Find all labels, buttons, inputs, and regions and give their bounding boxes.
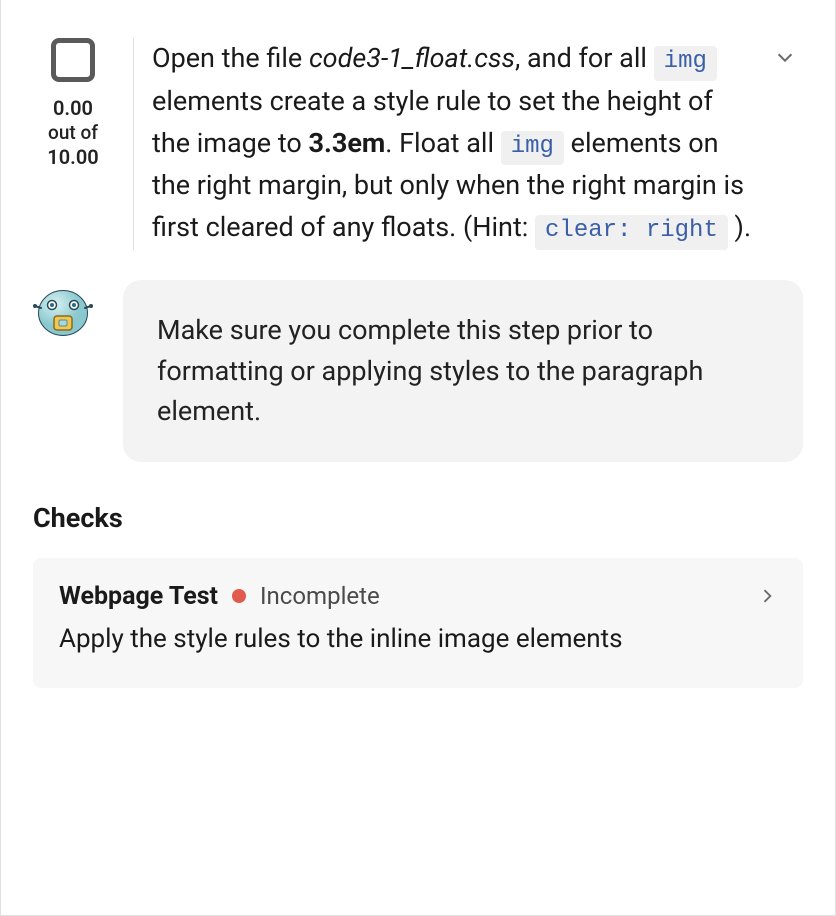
score-outof-label: out of	[47, 121, 98, 145]
score-total: 10.00	[47, 145, 98, 170]
robot-icon	[33, 280, 93, 340]
check-description: Apply the style rules to the inline imag…	[59, 621, 777, 659]
instruction-wrap: Open the file code3-1_float.css, and for…	[133, 38, 803, 250]
hint-bubble: Make sure you complete this step prior t…	[123, 280, 803, 462]
code-chip-img: img	[654, 46, 717, 81]
instruction-part: Open the file	[152, 42, 309, 74]
instruction-filename: code3-1_float.css	[309, 42, 515, 74]
check-header: Webpage Test Incomplete	[59, 582, 777, 611]
task-checkbox[interactable]	[51, 38, 95, 82]
check-title: Webpage Test	[59, 582, 218, 611]
status-dot-icon	[232, 589, 246, 603]
instruction-text: Open the file code3-1_float.css, and for…	[152, 38, 753, 250]
check-status: Incomplete	[260, 582, 380, 610]
hint-row: Make sure you complete this step prior t…	[33, 280, 803, 462]
expand-button[interactable]	[767, 38, 803, 74]
score-display: 0.00 out of 10.00	[47, 96, 98, 170]
instruction-part: . Float all	[385, 127, 500, 159]
task-container: 0.00 out of 10.00 Open the file code3-1_…	[0, 0, 836, 916]
instruction-size: 3.3em	[309, 127, 386, 159]
hint-text: Make sure you complete this step prior t…	[157, 314, 703, 427]
check-card[interactable]: Webpage Test Incomplete Apply the style …	[33, 558, 803, 689]
task-row: 0.00 out of 10.00 Open the file code3-1_…	[33, 38, 803, 250]
chevron-down-icon	[774, 46, 796, 68]
checks-heading: Checks	[33, 502, 803, 534]
score-column: 0.00 out of 10.00	[33, 38, 113, 250]
code-chip-clear: clear: right	[535, 215, 728, 250]
instruction-part: ).	[728, 211, 751, 243]
chevron-right-icon	[757, 586, 777, 606]
robot-avatar	[33, 280, 93, 340]
code-chip-img: img	[501, 131, 564, 166]
score-earned: 0.00	[47, 96, 98, 121]
instruction-part: , and for all	[515, 42, 654, 74]
